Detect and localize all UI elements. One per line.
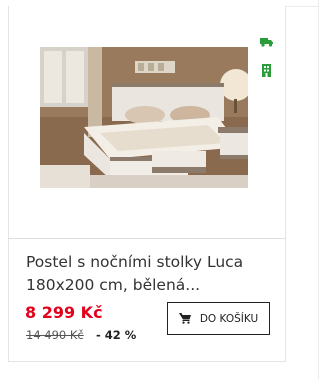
- building-icon: [262, 64, 271, 77]
- add-to-cart-button[interactable]: DO KOŠÍKU: [167, 302, 270, 335]
- product-image[interactable]: [40, 47, 248, 188]
- product-price: 8 299 Kč: [25, 303, 103, 322]
- grid-divider: [318, 0, 319, 379]
- product-title[interactable]: Postel s nočními stolky Luca 180x200 cm,…: [26, 251, 266, 297]
- product-feature-icons: [260, 35, 280, 93]
- card-divider: [8, 238, 286, 239]
- add-to-cart-label: DO KOŠÍKU: [199, 312, 259, 325]
- product-old-price: 14 490 Kč: [26, 328, 84, 342]
- discount-badge: - 42 %: [96, 328, 137, 342]
- truck-icon: [260, 38, 273, 47]
- cart-icon: [178, 313, 191, 324]
